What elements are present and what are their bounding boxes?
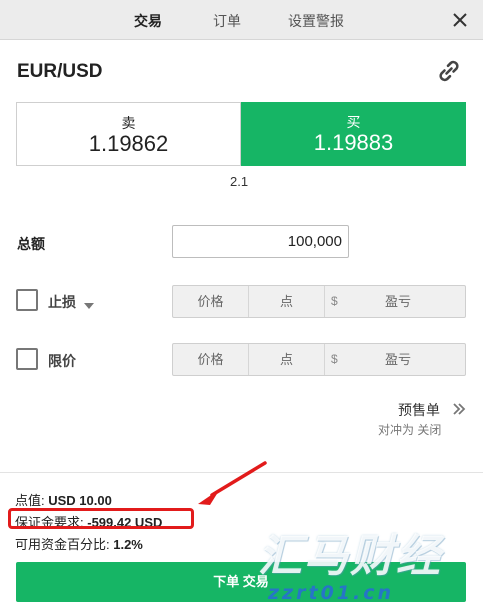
pip-value-label: 点值: <box>15 493 49 508</box>
currency-symbol: $ <box>331 294 338 308</box>
chevron-down-icon[interactable] <box>84 297 94 309</box>
available-funds-percent-value: 1.2% <box>113 537 143 552</box>
limit-pl-input[interactable]: $ 盈亏 <box>325 344 465 375</box>
currency-symbol: $ <box>331 352 338 366</box>
limit-pips-input[interactable]: 点 <box>249 344 325 375</box>
stop-loss-price-input[interactable]: 价格 <box>173 286 249 317</box>
amount-label: 总额 <box>17 236 45 252</box>
annotation-highlight-box <box>8 508 194 529</box>
annotation-arrow-icon <box>198 461 267 505</box>
pip-value-line: 点值: USD 10.00 <box>15 490 112 509</box>
spread-value: 2.1 <box>230 174 249 189</box>
tab-set-alerts[interactable]: 设置警报 <box>288 11 344 31</box>
buy-button[interactable]: 买 1.19883 <box>241 102 466 166</box>
stop-loss-pl-placeholder: 盈亏 <box>385 294 412 309</box>
close-icon[interactable] <box>450 10 470 30</box>
sell-price: 1.19862 <box>88 131 169 156</box>
hedging-status: 对冲为 关闭 <box>378 423 442 437</box>
stop-loss-fields: 价格 点 $ 盈亏 <box>172 285 466 318</box>
tab-trade[interactable]: 交易 <box>134 11 162 31</box>
presell-link[interactable]: 预售单 <box>398 400 440 420</box>
limit-fields: 价格 点 $ 盈亏 <box>172 343 466 376</box>
sell-label: 卖 <box>121 115 136 131</box>
tab-bar: 交易 订单 设置警报 <box>0 0 483 40</box>
stop-loss-label: 止损 <box>48 294 76 310</box>
limit-checkbox[interactable] <box>16 348 38 370</box>
double-chevron-right-icon[interactable] <box>452 402 466 416</box>
tab-orders[interactable]: 订单 <box>213 11 241 31</box>
sell-button[interactable]: 卖 1.19862 <box>16 102 241 166</box>
buy-price: 1.19883 <box>313 130 394 155</box>
stop-loss-checkbox[interactable] <box>16 289 38 311</box>
buy-label: 买 <box>346 114 361 130</box>
stop-loss-pl-input[interactable]: $ 盈亏 <box>325 286 465 317</box>
link-icon[interactable] <box>434 56 464 86</box>
symbol-title: EUR/USD <box>17 61 103 82</box>
available-funds-percent-line: 可用资金百分比: 1.2% <box>15 534 143 553</box>
limit-label: 限价 <box>48 353 76 369</box>
available-funds-percent-label: 可用资金百分比: <box>15 537 114 552</box>
pip-value: USD 10.00 <box>48 493 112 508</box>
limit-price-input[interactable]: 价格 <box>173 344 249 375</box>
stop-loss-pips-input[interactable]: 点 <box>249 286 325 317</box>
amount-input[interactable] <box>172 225 349 258</box>
limit-pl-placeholder: 盈亏 <box>385 352 412 367</box>
place-trade-button[interactable]: 下单 交易 <box>16 562 466 602</box>
